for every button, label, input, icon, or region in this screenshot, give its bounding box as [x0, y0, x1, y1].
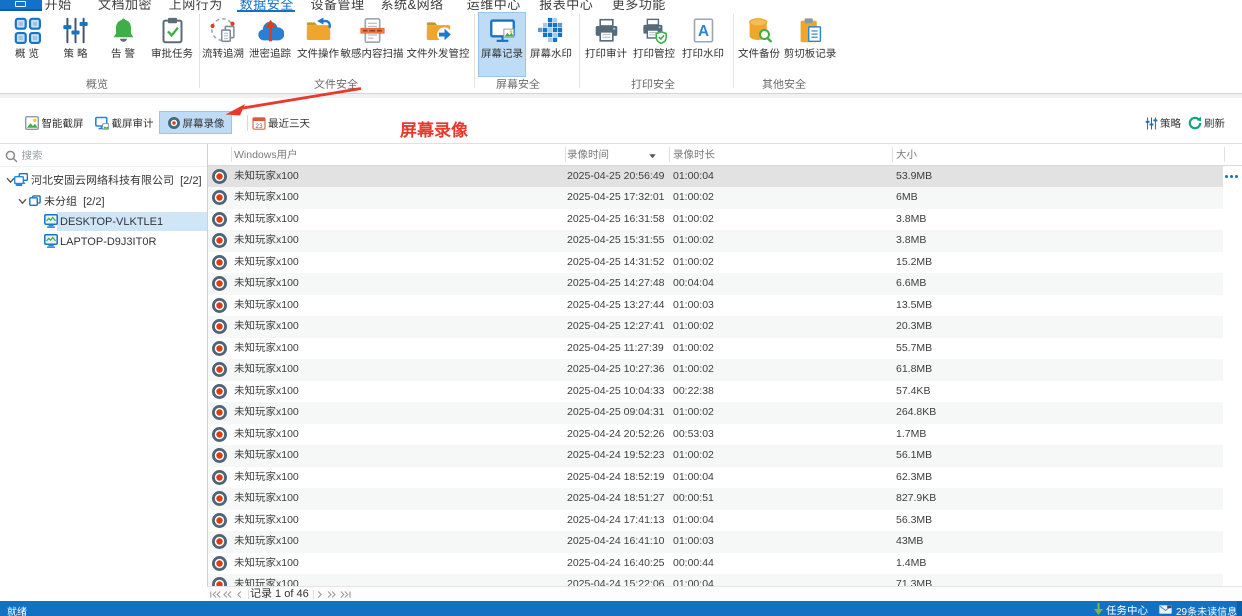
svg-text:A: A [697, 22, 708, 39]
